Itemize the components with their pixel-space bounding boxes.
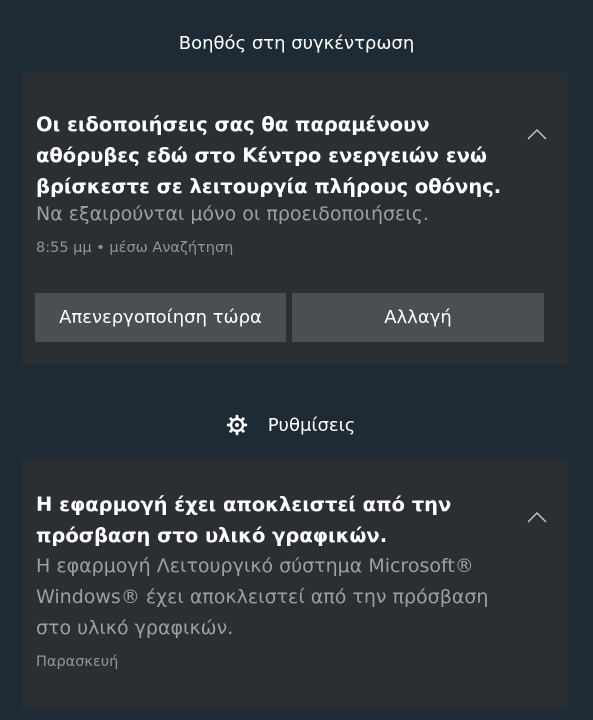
group-header-settings: Ρυθμίσεις bbox=[0, 407, 593, 443]
chevron-up-icon[interactable] bbox=[524, 122, 550, 148]
notification-timestamp: 8:55 μμ • μέσω Αναζήτηση bbox=[36, 240, 234, 256]
group-header-settings-label: Ρυθμίσεις bbox=[267, 414, 356, 436]
notification-card-graphics-blocked[interactable]: Η εφαρμογή έχει αποκλειστεί από την πρόσ… bbox=[22, 459, 568, 709]
notification-body: Να εξαιρούνται μόνο οι προειδοποιήσεις. bbox=[36, 203, 429, 225]
gear-icon bbox=[226, 414, 247, 436]
notification-body: Η εφαρμογή Λειτουργικό σύστημα Microsoft… bbox=[36, 555, 489, 639]
notification-timestamp: Παρασκευή bbox=[36, 654, 119, 670]
group-header-focus-assist-label: Βοηθός στη συγκέντρωση bbox=[178, 32, 415, 54]
chevron-up-icon[interactable] bbox=[524, 505, 550, 531]
notification-title: Η εφαρμογή έχει αποκλειστεί από την πρόσ… bbox=[36, 493, 452, 547]
notification-card-focus-assist[interactable]: Οι ειδοποιήσεις σας θα παραμένουν αθόρυβ… bbox=[22, 73, 568, 364]
notification-title: Οι ειδοποιήσεις σας θα παραμένουν αθόρυβ… bbox=[36, 113, 502, 198]
change-button[interactable]: Αλλαγή bbox=[292, 293, 544, 342]
disable-now-button[interactable]: Απενεργοποίηση τώρα bbox=[35, 293, 286, 342]
group-header-focus-assist: Βοηθός στη συγκέντρωση bbox=[0, 25, 593, 61]
